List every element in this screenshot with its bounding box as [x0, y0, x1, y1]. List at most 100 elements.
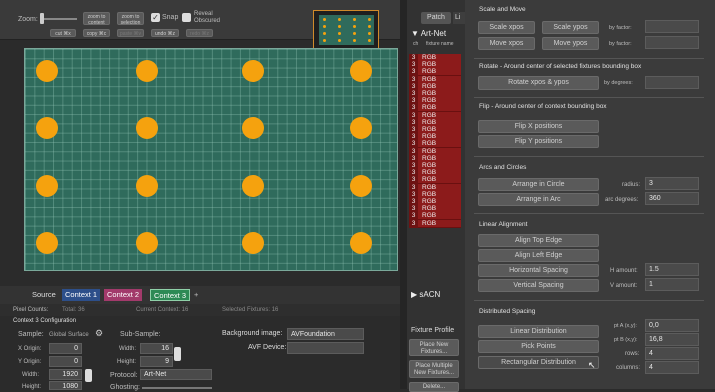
fixture-pixel[interactable]	[136, 232, 158, 254]
divider	[474, 58, 704, 59]
gear-icon[interactable]: ⚙	[95, 328, 103, 339]
reveal-checkbox[interactable]	[182, 13, 191, 22]
patch-row-name: RGB	[422, 68, 437, 76]
sample-label: Sample:	[18, 331, 44, 338]
sub-size-stepper[interactable]	[174, 347, 181, 361]
pt-a-label: pt A (x,y):	[614, 323, 637, 329]
h-amount-field[interactable]: 1.5	[645, 263, 699, 276]
tab-context-2[interactable]: Context 2	[104, 289, 143, 301]
columns-field[interactable]: 4	[645, 361, 699, 374]
rows-field[interactable]: 4	[645, 347, 699, 360]
pixel-canvas[interactable]	[24, 48, 398, 271]
fixture-pixel[interactable]	[242, 175, 264, 197]
place-multiple-fixtures-button[interactable]: Place Multiple New Fixtures...	[409, 360, 459, 378]
patch-row-name: RGB	[422, 61, 437, 69]
panel-divider[interactable]	[400, 0, 407, 389]
horizontal-spacing-button[interactable]: Horizontal Spacing	[478, 264, 599, 277]
tab-other[interactable]: Li	[453, 12, 465, 24]
y-origin-field[interactable]: 0	[49, 356, 82, 367]
minimap-fixture	[323, 18, 326, 21]
scale-ypos-button[interactable]: Scale ypos	[542, 21, 599, 34]
patch-row-name: RGB	[422, 133, 437, 141]
tab-context-3[interactable]: Context 3	[150, 289, 191, 301]
add-context-button[interactable]: +	[191, 289, 201, 301]
move-ypos-button[interactable]: Move ypos	[542, 37, 599, 50]
align-left-edge-button[interactable]: Align Left Edge	[478, 249, 599, 262]
patch-row[interactable]: 3 RGB	[409, 219, 461, 228]
arrange-circle-button[interactable]: Arrange in Circle	[478, 178, 599, 191]
zoom-to-content-button[interactable]: zoom to content	[83, 12, 110, 26]
width-field[interactable]: 1920	[49, 369, 82, 380]
flip-x-button[interactable]: Flip X positions	[478, 120, 599, 133]
fixture-pixel[interactable]	[350, 232, 372, 254]
fixture-pixel[interactable]	[350, 60, 372, 82]
minimap-fixture	[368, 25, 371, 28]
fixture-pixel[interactable]	[350, 117, 372, 139]
minimap-fixture	[368, 39, 371, 42]
delete-fixtures-button[interactable]: Delete...	[409, 382, 459, 392]
width-stepper[interactable]	[85, 369, 92, 382]
sample-select[interactable]: Global Surface	[46, 329, 94, 341]
avf-device-select[interactable]	[287, 342, 364, 354]
scale-section-title: Scale and Move	[479, 6, 526, 13]
background-image-select[interactable]: AVFoundation	[287, 328, 364, 340]
undo-button[interactable]: undo ⌘z	[151, 29, 179, 37]
scale-factor-field[interactable]	[645, 20, 699, 33]
cut-button[interactable]: cut ⌘x	[50, 29, 76, 37]
radius-field[interactable]: 3	[645, 177, 699, 190]
zoom-slider-knob[interactable]	[40, 13, 44, 24]
x-origin-field[interactable]: 0	[49, 343, 82, 354]
patch-row-name: RGB	[422, 54, 437, 61]
sub-width-field[interactable]: 16	[140, 343, 173, 354]
paste-button[interactable]: paste ⌘v	[117, 29, 144, 37]
fixture-pixel[interactable]	[36, 232, 58, 254]
fixture-pixel[interactable]	[242, 117, 264, 139]
rotate-degrees-field[interactable]	[645, 76, 699, 89]
snap-checkbox[interactable]: ✓	[151, 13, 160, 22]
vertical-spacing-button[interactable]: Vertical Spacing	[478, 279, 599, 292]
tab-context-1[interactable]: Context 1	[62, 289, 101, 301]
linear-distribution-button[interactable]: Linear Distribution	[478, 325, 599, 338]
fixture-pixel[interactable]	[136, 117, 158, 139]
sacn-header[interactable]: ▶ sACN	[411, 290, 440, 299]
fixture-pixel[interactable]	[36, 175, 58, 197]
minimap[interactable]	[313, 10, 379, 50]
artnet-header[interactable]: ▼ Art-Net	[411, 29, 446, 38]
protocol-select[interactable]: Art-Net	[140, 369, 212, 380]
tab-patch[interactable]: Patch	[421, 12, 451, 24]
pt-a-field[interactable]: 0,0	[645, 319, 699, 332]
arrange-arc-button[interactable]: Arrange in Arc	[478, 193, 599, 206]
fixture-pixel[interactable]	[136, 175, 158, 197]
zoom-slider[interactable]	[40, 18, 77, 20]
sub-height-field[interactable]: 9	[140, 356, 173, 367]
fixture-pixel[interactable]	[36, 60, 58, 82]
move-factor-field[interactable]	[645, 36, 699, 49]
fixture-pixel[interactable]	[36, 117, 58, 139]
v-amount-field[interactable]: 1	[645, 278, 699, 291]
rotate-button[interactable]: Rotate xpos & ypos	[478, 76, 599, 90]
tab-source[interactable]: Source	[29, 289, 59, 301]
v-amount-label: V amount:	[610, 283, 638, 289]
height-label: Height:	[22, 384, 42, 390]
zoom-to-selection-button[interactable]: zoom to selection	[117, 12, 144, 26]
y-origin-label: Y Origin:	[18, 359, 42, 365]
scale-xpos-button[interactable]: Scale xpos	[478, 21, 535, 34]
minimap-fixture	[338, 32, 341, 35]
move-xpos-button[interactable]: Move xpos	[478, 37, 535, 50]
pick-points-button[interactable]: Pick Points	[478, 340, 599, 353]
fixture-pixel[interactable]	[242, 232, 264, 254]
copy-button[interactable]: copy ⌘c	[83, 29, 110, 37]
arc-degrees-field[interactable]: 360	[645, 192, 699, 205]
align-top-edge-button[interactable]: Align Top Edge	[478, 234, 599, 247]
redo-button[interactable]: redo ⌘z	[186, 29, 213, 37]
fixture-pixel[interactable]	[242, 60, 264, 82]
fixture-pixel[interactable]	[136, 60, 158, 82]
place-new-fixtures-button[interactable]: Place New Fixtures...	[409, 339, 459, 356]
flip-y-button[interactable]: Flip Y positions	[478, 135, 599, 148]
rotate-section-title: Rotate - Around center of selected fixtu…	[479, 63, 642, 70]
fixture-pixel[interactable]	[350, 175, 372, 197]
patch-row-name: RGB	[422, 90, 437, 97]
columns-label: columns:	[616, 365, 641, 371]
rectangular-distribution-button[interactable]: Rectangular Distribution	[478, 356, 599, 369]
pt-b-field[interactable]: 16,8	[645, 333, 699, 346]
